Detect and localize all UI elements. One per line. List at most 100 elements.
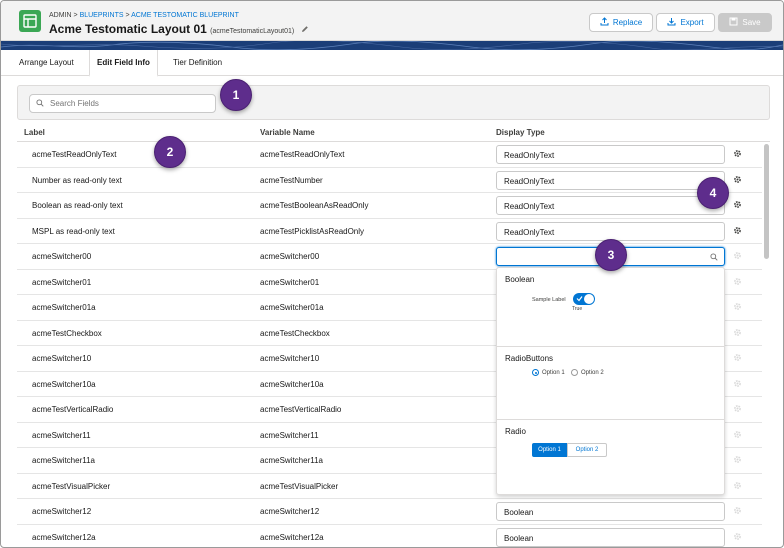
table-row: Number as read-only text acmeTestNumber Re… [17,168,762,193]
field-label: acmeTestCheckbox [32,328,102,338]
gear-icon[interactable] [733,175,742,186]
breadcrumb: ADMIN > BLUEPRINTS > ACME TESTOMATIC BLU… [49,12,239,19]
variable-name: acmeSwitcher10 [260,354,320,363]
field-label: acmeSwitcher00 [32,252,92,261]
field-label: acmeSwitcher12 [32,507,92,516]
scrollbar-thumb[interactable] [764,144,769,259]
radio-label: Option 2 [581,369,604,376]
gear-icon[interactable] [733,149,742,160]
save-button[interactable]: Save [718,13,772,32]
field-label: acmeTestReadOnlyText [32,150,117,159]
gear-icon [733,302,742,313]
radio-selected-icon [532,369,539,376]
scrollbar[interactable] [763,142,771,542]
variable-name: acmeSwitcher11a [260,456,323,465]
display-type-select[interactable]: ReadOnlyText [496,196,725,215]
radio-preview-1: Option 1 [532,369,565,376]
tab-edit-field-info[interactable]: Edit Field Info [89,50,158,77]
pencil-icon[interactable] [301,22,309,36]
field-label: acmeSwitcher10a [32,379,96,389]
display-type-select[interactable]: Boolean [496,502,725,521]
breadcrumb-admin[interactable]: ADMIN [49,12,72,19]
gear-icon [733,481,742,492]
variable-name: acmeTestBooleanAsReadOnly [260,201,369,210]
table-row: acmeTestReadOnlyText acmeTestReadOnlyText… [17,142,762,168]
gear-icon [733,277,742,288]
variable-name: acmeTestReadOnlyText [260,150,345,159]
tab-bar: Arrange Layout Edit Field Info Tier Defi… [1,50,783,77]
search-icon [36,99,44,109]
field-label: acmeTestVisualPicker [32,481,111,491]
gear-icon [733,353,742,364]
display-type-select[interactable]: ReadOnlyText [496,145,725,164]
gear-icon [733,379,742,390]
toggle-switch [573,293,595,305]
field-label: Boolean as read-only text [32,201,123,210]
table-row: acmeSwitcher12a acmeSwitcher12a Boolean [17,525,762,548]
variable-name: acmeTestVerticalRadio [260,405,342,414]
radio-unselected-icon [571,369,578,376]
save-icon [729,17,738,28]
option-name: RadioButtons [505,354,554,363]
tab-arrange-layout[interactable]: Arrange Layout [19,50,74,76]
gear-icon[interactable] [733,226,742,237]
table-row: MSPL as read-only text acmeTestPicklistAs… [17,219,762,244]
header-banner [1,41,783,50]
segmented-option-1: Option 1 [532,443,567,457]
sample-label: Sample Label [532,297,566,303]
gear-icon [733,328,742,339]
page-header: ADMIN > BLUEPRINTS > ACME TESTOMATIC BLU… [1,1,783,41]
callout-badge: 4 [697,177,729,209]
display-type-select[interactable]: ReadOnlyText [496,170,725,190]
display-type-dropdown: Boolean Sample Label True RadioButtons O… [496,267,725,495]
segmented-option-2: Option 2 [567,443,607,457]
replace-button[interactable]: Replace [589,13,653,32]
export-button[interactable]: Export [656,13,715,32]
dropdown-option-radio[interactable]: Radio Option 1 Option 2 [497,420,724,494]
check-icon [576,295,583,304]
variable-name: acmeSwitcher10a [260,379,324,389]
app-window: ADMIN > BLUEPRINTS > ACME TESTOMATIC BLU… [0,0,784,548]
variable-name: acmeTestPicklistAsReadOnly [260,226,365,236]
toggle-state-label: True [572,306,583,312]
variable-name: acmeSwitcher11 [260,430,319,440]
radio-label: Option 1 [542,369,565,376]
callout-badge: 3 [595,239,627,271]
layout-app-icon [19,10,41,32]
variable-name: acmeSwitcher01a [260,303,324,312]
download-icon [667,17,676,28]
gear-icon [733,430,742,441]
breadcrumb-separator: > [73,12,78,19]
dropdown-option-radiobuttons[interactable]: RadioButtons Option 1 Option 2 [497,347,724,420]
breadcrumb-current[interactable]: ACME TESTOMATIC BLUEPRINT [131,12,239,19]
display-type-select[interactable]: ReadOnlyText [496,221,725,241]
tab-tier-definition[interactable]: Tier Definition [173,50,222,76]
variable-name: acmeTestCheckbox [260,328,330,338]
field-label: acmeSwitcher01 [32,277,92,287]
upload-icon [600,17,609,28]
display-type-select[interactable]: Boolean [496,527,725,547]
breadcrumb-blueprints[interactable]: BLUEPRINTS [80,12,124,19]
table-row: acmeSwitcher12 acmeSwitcher12 Boolean [17,499,762,525]
breadcrumb-separator: > [125,12,130,19]
column-header-variable: Variable Name [260,128,315,137]
page-title-text: Acme Testomatic Layout 01 [49,22,207,36]
variable-name: acmeSwitcher01 [260,277,320,287]
dropdown-option-boolean[interactable]: Boolean Sample Label True [497,268,724,347]
field-label: acmeSwitcher11 [32,430,91,440]
field-label: MSPL as read-only text [32,226,115,236]
search-icon [710,253,718,263]
field-label: acmeSwitcher12a [32,532,96,542]
field-label: acmeSwitcher01a [32,303,96,312]
column-header-display-type: Display Type [496,128,545,137]
gear-icon [733,506,742,517]
replace-button-label: Replace [612,18,643,27]
search-input[interactable] [29,94,216,113]
gear-icon [733,404,742,415]
variable-name: acmeTestVisualPicker [260,481,339,491]
export-button-label: Export [680,18,704,27]
gear-icon[interactable] [733,200,742,211]
gear-icon [733,532,742,543]
table-row: acmeSwitcher00 acmeSwitcher00 [17,244,762,270]
variable-name: acmeSwitcher00 [260,252,320,261]
